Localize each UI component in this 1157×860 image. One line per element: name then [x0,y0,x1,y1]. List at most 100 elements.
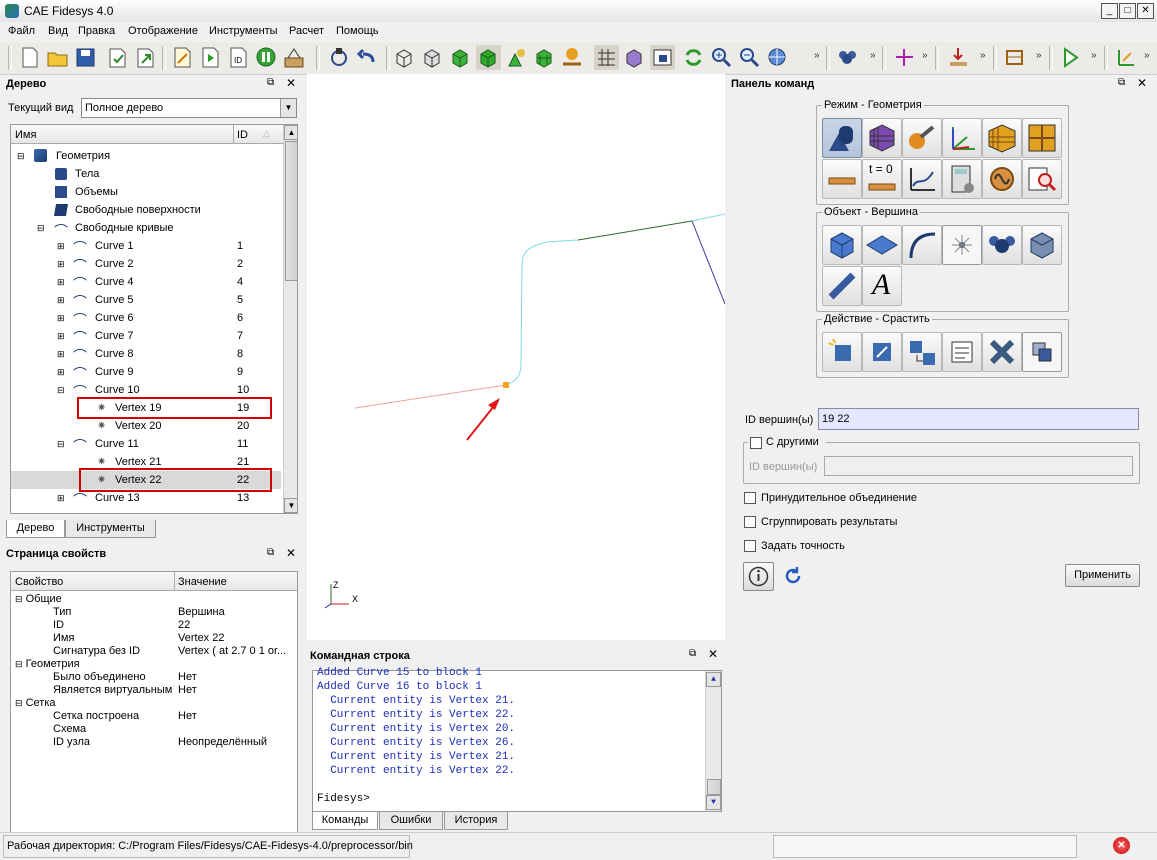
close-window-button[interactable]: ✕ [1137,3,1154,19]
object-vertex-button[interactable] [942,225,982,265]
expand-icon[interactable]: ⊞ [57,331,65,342]
tree-col-id[interactable]: ID [237,129,248,141]
tree-row-curve-6[interactable]: ⊞ ⌒ Curve 66 [11,309,281,328]
object-curve-button[interactable] [902,225,942,265]
grid-icon[interactable] [594,45,619,70]
toolbar-chevron-5-icon[interactable]: » [1036,50,1042,61]
mesh-frame-icon[interactable] [1002,45,1027,70]
tree-row-free-curves[interactable]: ⊟ ⌒ Свободные кривые [11,219,281,239]
object-measure-button[interactable] [822,266,862,306]
undo-icon[interactable] [355,45,380,70]
geometry-points-icon[interactable] [560,45,585,70]
mode-inspect-button[interactable] [1022,159,1062,199]
menu-tools[interactable]: Инструменты [209,25,278,37]
action-delete-button[interactable] [982,332,1022,372]
collapse-icon[interactable]: ⊟ [17,151,25,162]
tree-row-curve-4[interactable]: ⊞ ⌒ Curve 44 [11,273,281,292]
tab-errors[interactable]: Ошибки [379,812,443,830]
expand-icon[interactable]: ⊞ [57,277,65,288]
import-icon[interactable] [105,45,130,70]
force-merge-checkbox[interactable] [744,492,756,504]
props-group-mesh[interactable]: ⊟ Сетка [15,697,56,710]
axes-scale-icon[interactable] [1114,45,1139,70]
action-properties-button[interactable] [942,332,982,372]
tab-tools[interactable]: Инструменты [65,520,156,538]
mode-mesh-button[interactable] [862,118,902,158]
mode-coordinates-button[interactable] [942,118,982,158]
tree-row-curve-5[interactable]: ⊞ ⌒ Curve 55 [11,291,281,310]
float-props-panel-icon[interactable]: ⧉ [267,547,274,558]
set-precision-checkbox[interactable] [744,540,756,552]
id-icon[interactable]: ID [226,45,251,70]
action-merge-button[interactable] [1022,332,1062,372]
object-volume-button[interactable] [822,225,862,265]
float-tree-panel-icon[interactable]: ⧉ [267,77,274,88]
scroll-up-icon[interactable]: ▲ [284,125,297,140]
tree-scrollbar[interactable]: ▲ ▼ [283,125,297,513]
toolbar-chevron-7-icon[interactable]: » [1144,50,1150,61]
props-col-property[interactable]: Свойство [15,576,63,588]
object-body-button[interactable] [1022,225,1062,265]
tab-history[interactable]: История [444,812,508,830]
mesh-cube-icon[interactable] [532,45,557,70]
open-folder-icon[interactable] [45,45,70,70]
expand-icon[interactable]: ⊞ [57,313,65,324]
graphics-viewport[interactable]: Z X [307,74,725,640]
rotate-view-icon[interactable] [327,45,352,70]
scroll-thumb[interactable] [285,141,297,281]
menu-help[interactable]: Помощь [336,25,379,37]
maximize-button[interactable]: □ [1119,3,1136,19]
cmd-scrollbar[interactable]: ▲ ▼ [705,671,721,811]
wireframe-cube-icon[interactable] [392,45,417,70]
mode-blocks-button[interactable] [982,118,1022,158]
props-group-geometry[interactable]: ⊟ Геометрия [15,658,80,671]
tree-row-curve-1[interactable]: ⊞ ⌒ Curve 11 [11,237,281,256]
expand-icon[interactable]: ⊞ [57,295,65,306]
mode-calculator-button[interactable] [942,159,982,199]
tree-row-volumes[interactable]: Объемы [11,183,281,201]
menu-view[interactable]: Вид [48,25,68,37]
collapse-icon[interactable]: ⊟ [15,594,23,604]
menu-edit[interactable]: Правка [78,25,115,37]
collapse-icon[interactable]: ⊟ [37,223,45,234]
action-modify-button[interactable] [862,332,902,372]
reset-icon[interactable] [782,565,804,587]
crosshair-icon[interactable] [892,45,917,70]
expand-icon[interactable]: ⊞ [57,349,65,360]
close-tree-panel-icon[interactable]: ✕ [286,76,296,90]
tree-row-curve-7[interactable]: ⊞ ⌒ Curve 77 [11,327,281,346]
tree-row-curve-11[interactable]: ⊟ ⌒ Curve 11 11 [11,435,281,454]
toolbar-chevron-6-icon[interactable]: » [1091,50,1097,61]
info-button[interactable] [743,562,774,591]
with-others-checkbox[interactable] [750,437,762,449]
expand-icon[interactable]: ⊞ [57,259,65,270]
object-surface-button[interactable] [862,225,902,265]
tree-row-vertex-20[interactable]: ✷ Vertex 20 20 [11,417,281,435]
collapse-icon[interactable]: ⊟ [57,385,65,396]
props-col-value[interactable]: Значение [178,576,227,588]
mode-geometry-button[interactable] [822,118,862,158]
object-group-button[interactable] [982,225,1022,265]
collapse-icon[interactable]: ⊟ [15,659,23,669]
zoom-out-icon[interactable] [737,45,762,70]
build-tools-icon[interactable] [282,45,307,70]
object-text-button[interactable]: A [862,266,902,306]
current-view-select[interactable]: Полное дерево ▼ [81,98,297,118]
scroll-down-icon[interactable]: ▼ [284,498,297,513]
cmd-prompt[interactable]: Fidesys> [317,793,370,805]
tree-row-curve-9[interactable]: ⊞ ⌒ Curve 99 [11,363,281,382]
toolbar-chevron-2-icon[interactable]: » [870,50,876,61]
mode-harmonic-button[interactable] [982,159,1022,199]
menu-display[interactable]: Отображение [128,25,198,37]
shaded-cube-icon[interactable] [448,45,473,70]
stop-icon[interactable]: ✕ [1113,837,1130,854]
toolbar-chevron-1-icon[interactable]: » [814,50,820,61]
props-group-general[interactable]: ⊟ Общие [15,593,62,606]
scroll-thumb[interactable] [707,779,721,795]
close-props-panel-icon[interactable]: ✕ [286,546,296,560]
shaded-cube-selected-icon[interactable] [476,45,501,70]
chevron-down-icon[interactable]: ▼ [280,99,296,117]
tree-row-geometry[interactable]: ⊟ Геометрия [11,147,281,165]
window-view-icon[interactable] [650,45,675,70]
mode-initial-conditions-button[interactable]: t = 0 [862,159,902,199]
